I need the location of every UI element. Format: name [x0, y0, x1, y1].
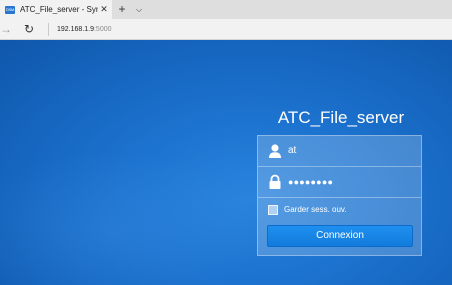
password-masked-value: ●●●●●●●●: [288, 177, 334, 187]
new-tab-button[interactable]: +: [116, 0, 128, 19]
server-name-title: ATC_File_server: [277, 108, 405, 127]
remember-me-label: Garder sess. ouv.: [284, 205, 347, 214]
username-field[interactable]: at: [258, 136, 421, 167]
url-host: 192.168.1.9: [57, 26, 94, 33]
username-value: at: [288, 145, 297, 156]
remember-me-checkbox[interactable]: [268, 204, 278, 215]
url-port: :5000: [93, 26, 112, 33]
address-divider: [48, 23, 49, 36]
connexion-button[interactable]: Connexion: [267, 225, 413, 247]
close-tab-icon[interactable]: ✕: [98, 4, 110, 15]
url-field[interactable]: 192.168.1.9:5000: [57, 19, 112, 40]
address-bar: → ↻ 192.168.1.9:5000: [0, 19, 452, 40]
synology-favicon-icon: DSM: [5, 5, 15, 14]
browser-tab-bar: DSM ATC_File_server - Synolc ✕ + ⌵: [0, 0, 452, 19]
tab-list-chevron-icon[interactable]: ⌵: [134, 0, 144, 19]
login-form: at ●●●●●●●● Garder sess. ouv. Connexion: [257, 135, 422, 256]
login-page: ATC_File_server at ●●●●●●●● Garder sess.…: [0, 40, 452, 285]
password-field[interactable]: ●●●●●●●●: [258, 167, 421, 198]
browser-tab[interactable]: DSM ATC_File_server - Synolc ✕: [0, 0, 112, 19]
forward-arrow-icon[interactable]: →: [0, 19, 12, 40]
lock-icon: [269, 174, 281, 189]
tab-title: ATC_File_server - Synolc: [20, 5, 98, 14]
user-icon: [269, 144, 281, 158]
remember-me-row[interactable]: Garder sess. ouv.: [268, 204, 347, 215]
refresh-icon[interactable]: ↻: [22, 19, 36, 40]
